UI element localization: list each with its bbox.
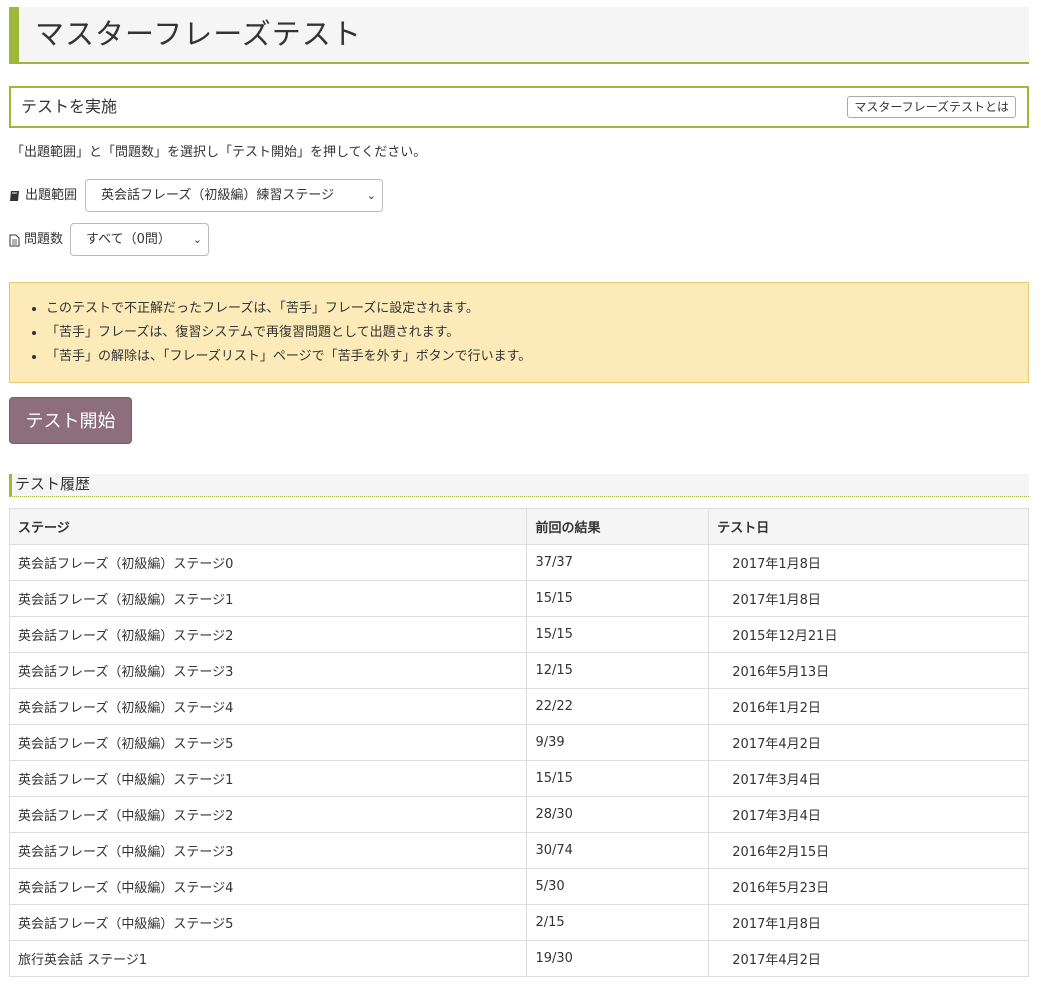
history-header: テスト履歴 [9, 474, 1029, 497]
stage-cell: 英会話フレーズ（初級編）ステージ4 [8, 688, 528, 725]
table-row: 英会話フレーズ（中級編）ステージ1 15/15 2017年3月4日 [8, 760, 1029, 797]
book-icon [10, 191, 19, 201]
history-header-row: ステージ 前回の結果 テスト日 [8, 508, 1029, 545]
stage-cell: 英会話フレーズ（初級編）ステージ2 [8, 616, 528, 653]
result-cell: 15/15 [526, 580, 710, 617]
table-row: 英会話フレーズ（初級編）ステージ1 15/15 2017年1月8日 [8, 580, 1029, 617]
table-row: 英会話フレーズ（初級編）ステージ4 22/22 2016年1月2日 [8, 688, 1029, 725]
date-cell: 2015年12月21日 [708, 616, 1029, 653]
chevron-down-icon: ⌄ [366, 189, 376, 202]
notice-item: このテストで不正解だったフレーズは、「苦手」フレーズに設定されます。 [46, 297, 531, 321]
date-cell: 2016年2月15日 [708, 832, 1029, 869]
stage-cell: 英会話フレーズ（中級編）ステージ2 [8, 796, 528, 833]
date-cell: 2017年3月4日 [708, 796, 1029, 833]
result-cell: 30/74 [526, 832, 710, 869]
table-row: 英会話フレーズ（中級編）ステージ2 28/30 2017年3月4日 [8, 796, 1029, 833]
date-cell: 2017年1月8日 [708, 580, 1029, 617]
result-cell: 37/37 [526, 544, 710, 581]
table-row: 英会話フレーズ（初級編）ステージ5 9/39 2017年4月2日 [8, 724, 1029, 761]
table-row: 英会話フレーズ（初級編）ステージ3 12/15 2016年5月13日 [8, 652, 1029, 689]
date-cell: 2016年1月2日 [708, 688, 1029, 725]
table-row: 英会話フレーズ（中級編）ステージ4 5/30 2016年5月23日 [8, 868, 1029, 905]
count-label: 問題数 [24, 232, 64, 247]
date-cell: 2017年1月8日 [708, 904, 1029, 941]
range-label-row: 出題範囲 [9, 187, 77, 205]
date-cell: 2016年5月13日 [708, 652, 1029, 689]
result-cell: 19/30 [526, 940, 710, 977]
result-cell: 5/30 [526, 868, 710, 905]
stage-cell: 英会話フレーズ（中級編）ステージ4 [8, 868, 528, 905]
date-cell: 2017年3月4日 [708, 760, 1029, 797]
notice-item: 「苦手」フレーズは、復習システムで再復習問題として出題されます。 [46, 321, 531, 345]
result-cell: 12/15 [526, 652, 710, 689]
date-cell: 2016年5月23日 [708, 868, 1029, 905]
page-title: マスターフレーズテスト [35, 17, 362, 51]
date-cell: 2017年4月2日 [708, 940, 1029, 977]
count-select-value: すべて（0問） [86, 232, 171, 247]
result-cell: 15/15 [526, 760, 710, 797]
table-row: 英会話フレーズ（初級編）ステージ0 37/37 2017年1月8日 [8, 544, 1029, 581]
column-header-result: 前回の結果 [526, 508, 710, 545]
result-cell: 22/22 [526, 688, 710, 725]
notice-box: このテストで不正解だったフレーズは、「苦手」フレーズに設定されます。 「苦手」フ… [9, 282, 1029, 383]
stage-cell: 英会話フレーズ（中級編）ステージ1 [8, 760, 528, 797]
result-cell: 28/30 [526, 796, 710, 833]
column-header-stage: ステージ [8, 508, 528, 545]
instruction-text: 「出題範囲」と「問題数」を選択し「テスト開始」を押してください。 [11, 145, 427, 160]
count-select[interactable]: すべて（0問） ⌄ [70, 223, 209, 256]
stage-cell: 英会話フレーズ（初級編）ステージ0 [8, 544, 528, 581]
document-icon [9, 234, 20, 246]
column-header-date: テスト日 [708, 508, 1029, 545]
test-box-title: テストを実施 [21, 97, 118, 116]
about-button[interactable]: マスターフレーズテストとは [847, 96, 1016, 118]
history-title: テスト履歴 [15, 475, 91, 493]
range-select[interactable]: 英会話フレーズ（初級編）練習ステージ ⌄ [85, 179, 383, 212]
result-cell: 15/15 [526, 616, 710, 653]
result-cell: 2/15 [526, 904, 710, 941]
stage-cell: 英会話フレーズ（初級編）ステージ5 [8, 724, 528, 761]
range-label: 出題範囲 [25, 188, 78, 203]
table-row: 旅行英会話 ステージ1 19/30 2017年4月2日 [8, 940, 1029, 977]
count-label-row: 問題数 [9, 231, 63, 249]
date-cell: 2017年4月2日 [708, 724, 1029, 761]
page-header: マスターフレーズテスト [9, 7, 1029, 64]
test-box: テストを実施 マスターフレーズテストとは [9, 86, 1029, 128]
date-cell: 2017年1月8日 [708, 544, 1029, 581]
stage-cell: 英会話フレーズ（初級編）ステージ1 [8, 580, 528, 617]
history-table: ステージ 前回の結果 テスト日 英会話フレーズ（初級編）ステージ0 37/37 … [8, 508, 1029, 977]
notice-item: 「苦手」の解除は、「フレーズリスト」ページで「苦手を外す」ボタンで行います。 [46, 345, 531, 369]
result-cell: 9/39 [526, 724, 710, 761]
range-select-value: 英会話フレーズ（初級編）練習ステージ [101, 188, 335, 203]
stage-cell: 英会話フレーズ（中級編）ステージ5 [8, 904, 528, 941]
table-row: 英会話フレーズ（初級編）ステージ2 15/15 2015年12月21日 [8, 616, 1029, 653]
stage-cell: 旅行英会話 ステージ1 [8, 940, 528, 977]
table-row: 英会話フレーズ（中級編）ステージ5 2/15 2017年1月8日 [8, 904, 1029, 941]
stage-cell: 英会話フレーズ（初級編）ステージ3 [8, 652, 528, 689]
table-row: 英会話フレーズ（中級編）ステージ3 30/74 2016年2月15日 [8, 832, 1029, 869]
stage-cell: 英会話フレーズ（中級編）ステージ3 [8, 832, 528, 869]
chevron-down-icon: ⌄ [192, 233, 202, 246]
notice-list: このテストで不正解だったフレーズは、「苦手」フレーズに設定されます。 「苦手」フ… [10, 297, 531, 369]
start-test-button[interactable]: テスト開始 [9, 397, 132, 444]
